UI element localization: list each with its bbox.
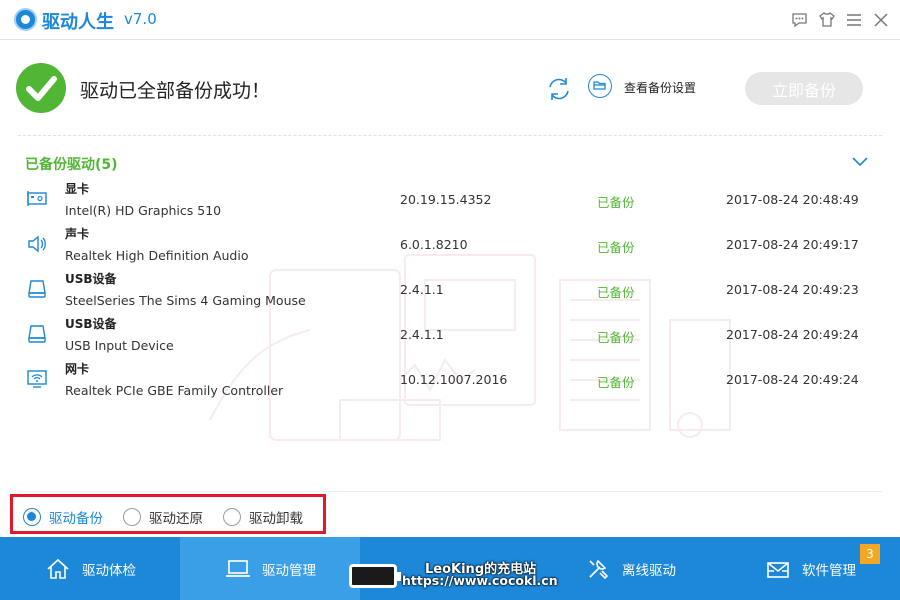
radio-unselected[interactable] bbox=[123, 508, 141, 526]
radio-selected[interactable] bbox=[23, 508, 41, 526]
driver-backup-time: 2017-08-24 20:49:23 bbox=[726, 282, 859, 297]
title-bar: 驱动人生 v7.0 bbox=[0, 0, 900, 40]
backup-folder-icon[interactable] bbox=[588, 74, 612, 98]
watermark-line-2: https://www.cocokl.cn bbox=[402, 573, 558, 588]
driver-backup-time: 2017-08-24 20:49:24 bbox=[726, 327, 859, 342]
mode-selector: 驱动备份 驱动还原 驱动卸载 bbox=[10, 494, 326, 534]
display-card-icon bbox=[26, 188, 48, 210]
battery-icon bbox=[349, 564, 401, 588]
nav-label: 驱动管理 bbox=[262, 562, 316, 579]
driver-version: 6.0.1.8210 bbox=[400, 237, 468, 252]
driver-type: 网卡 bbox=[65, 362, 90, 376]
nav-label: 离线驱动 bbox=[622, 562, 676, 579]
nav-driver-manage[interactable]: 驱动管理 bbox=[180, 537, 360, 600]
nav-offline-driver[interactable]: 离线驱动 bbox=[540, 537, 720, 600]
driver-version: 20.19.15.4352 bbox=[400, 192, 492, 207]
laptop-icon bbox=[226, 559, 250, 577]
driver-status: 已备份 bbox=[597, 285, 635, 300]
menu-icon[interactable] bbox=[844, 10, 863, 29]
driver-type: USB设备 bbox=[65, 272, 117, 286]
nav-label: 驱动体检 bbox=[82, 562, 136, 579]
usb-device-icon bbox=[26, 278, 48, 300]
speaker-icon bbox=[26, 233, 48, 255]
driver-backup-time: 2017-08-24 20:49:24 bbox=[726, 372, 859, 387]
app-name: 驱动人生 bbox=[42, 12, 114, 33]
tools-icon bbox=[589, 559, 609, 579]
driver-row: 显卡 Intel(R) HD Graphics 510 20.19.15.435… bbox=[0, 177, 900, 222]
driver-version: 2.4.1.1 bbox=[400, 282, 444, 297]
driver-row: 网卡 Realtek PCIe GBE Family Controller 10… bbox=[0, 357, 900, 402]
driver-status: 已备份 bbox=[597, 195, 635, 210]
radio-unselected[interactable] bbox=[223, 508, 241, 526]
driver-name: Realtek High Definition Audio bbox=[65, 248, 249, 263]
refresh-icon[interactable] bbox=[544, 74, 574, 104]
mode-backup-label: 驱动备份 bbox=[49, 511, 103, 527]
driver-backup-time: 2017-08-24 20:49:17 bbox=[726, 237, 859, 252]
mail-box-icon bbox=[767, 561, 789, 578]
backed-up-drivers-title: 已备份驱动(5) bbox=[25, 157, 118, 173]
driver-name: SteelSeries The Sims 4 Gaming Mouse bbox=[65, 293, 306, 308]
driver-type: 显卡 bbox=[65, 182, 90, 196]
usb-device-icon bbox=[26, 323, 48, 345]
mode-uninstall-radio[interactable]: 驱动卸载 bbox=[223, 507, 303, 527]
backup-now-button[interactable]: 立即备份 bbox=[745, 72, 863, 105]
driver-list: 显卡 Intel(R) HD Graphics 510 20.19.15.435… bbox=[0, 177, 900, 402]
app-version: v7.0 bbox=[124, 10, 157, 28]
driver-version: 10.12.1007.2016 bbox=[400, 372, 508, 387]
mode-backup-radio[interactable]: 驱动备份 bbox=[23, 507, 103, 527]
driver-row: 声卡 Realtek High Definition Audio 6.0.1.8… bbox=[0, 222, 900, 267]
driver-type: 声卡 bbox=[65, 227, 90, 241]
driver-name: Intel(R) HD Graphics 510 bbox=[65, 203, 222, 218]
divider bbox=[18, 491, 882, 492]
app-logo-icon bbox=[14, 8, 37, 31]
home-icon bbox=[47, 558, 69, 579]
feedback-icon[interactable] bbox=[790, 10, 809, 29]
close-icon[interactable] bbox=[871, 10, 890, 29]
nav-label: 软件管理 bbox=[802, 562, 856, 579]
network-card-icon bbox=[26, 368, 48, 390]
status-title: 驱动已全部备份成功！ bbox=[80, 80, 271, 102]
notification-badge: 3 bbox=[860, 544, 880, 564]
view-backup-settings-link[interactable]: 查看备份设置 bbox=[624, 79, 696, 96]
chevron-down-icon[interactable] bbox=[851, 154, 869, 168]
window-controls bbox=[790, 10, 890, 29]
nav-driver-check[interactable]: 驱动体检 bbox=[0, 537, 180, 600]
driver-backup-time: 2017-08-24 20:48:49 bbox=[726, 192, 859, 207]
mode-restore-radio[interactable]: 驱动还原 bbox=[123, 507, 203, 527]
driver-status: 已备份 bbox=[597, 330, 635, 345]
driver-status: 已备份 bbox=[597, 375, 635, 390]
divider bbox=[18, 135, 882, 136]
skin-icon[interactable] bbox=[817, 10, 836, 29]
driver-type: USB设备 bbox=[65, 317, 117, 331]
mode-uninstall-label: 驱动卸载 bbox=[249, 511, 303, 527]
driver-row: USB设备 SteelSeries The Sims 4 Gaming Mous… bbox=[0, 267, 900, 312]
driver-name: USB Input Device bbox=[65, 338, 174, 353]
backup-result-header: 驱动已全部备份成功！ 查看备份设置 立即备份 bbox=[0, 41, 900, 135]
driver-row: USB设备 USB Input Device 2.4.1.1 已备份 2017-… bbox=[0, 312, 900, 357]
success-check-icon bbox=[16, 63, 66, 113]
mode-restore-label: 驱动还原 bbox=[149, 511, 203, 527]
driver-name: Realtek PCIe GBE Family Controller bbox=[65, 383, 284, 398]
driver-status: 已备份 bbox=[597, 240, 635, 255]
driver-version: 2.4.1.1 bbox=[400, 327, 444, 342]
